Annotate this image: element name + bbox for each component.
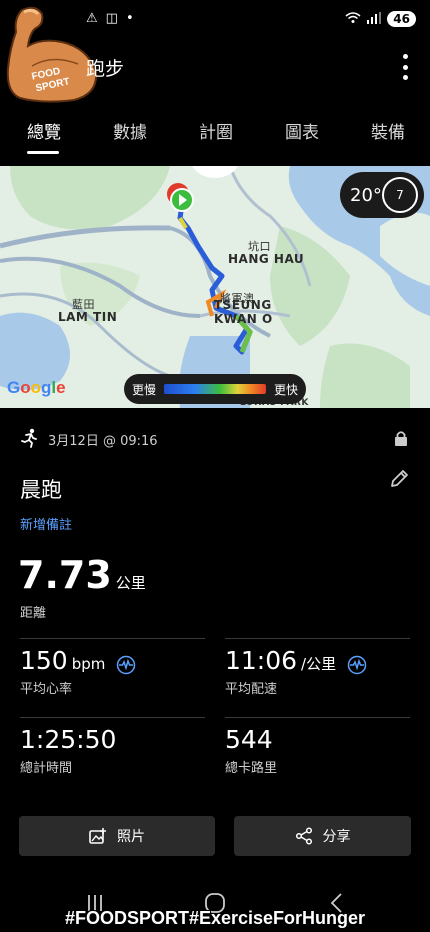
speed-fast-label: 更快 [273, 382, 298, 397]
total-time-value: 1:25:50 [20, 725, 117, 754]
pace-label: 平均配速 [225, 682, 278, 697]
lock-icon[interactable] [394, 430, 408, 446]
total-time-stat: 1:25:50 總計時間 [20, 725, 116, 776]
tab-active-indicator [27, 151, 59, 154]
activity-title: 晨跑 [20, 478, 62, 502]
status-right: 46 [345, 11, 416, 27]
map-label-tko-1: TSEUNG [214, 298, 272, 312]
heart-rate-pulse-icon[interactable] [116, 655, 136, 675]
weather-level-value: 7 [396, 188, 404, 202]
distance-label: 距離 [20, 606, 47, 621]
tab-charts[interactable]: 圖表 [285, 118, 319, 143]
activity-date: 3月12日 @ 09:16 [48, 434, 158, 449]
title-bar: 跑步 [0, 48, 430, 88]
weather-temperature: 20° [350, 184, 382, 206]
tab-laps[interactable]: 計圈 [199, 118, 233, 143]
add-photo-icon [89, 828, 106, 844]
divider [20, 717, 205, 718]
heart-rate-label: 平均心率 [20, 682, 73, 697]
map-label-tko-2: KWAN O [214, 312, 273, 326]
speed-gradient-bar [164, 384, 266, 394]
speed-legend: 更慢 更快 [124, 374, 306, 404]
share-button-label: 分享 [322, 829, 351, 845]
pace-value: 11:06 [225, 646, 298, 675]
calories-label: 總卡路里 [225, 761, 278, 776]
tab-data[interactable]: 數據 [113, 118, 147, 143]
map-label-hang-hau: HANG HAU [228, 252, 305, 266]
weather-level-icon: 7 [382, 177, 418, 213]
total-time-label: 總計時間 [20, 761, 73, 776]
edit-pencil-icon[interactable] [388, 468, 410, 490]
tab-bar: 總覽 數據 計圈 圖表 裝備 [0, 110, 430, 158]
route-map[interactable]: 坑口 HANG HAU 藍田 LAM TIN 將軍澳 TSEUNG KWAN O… [0, 166, 430, 408]
speed-slow-label: 更慢 [132, 382, 157, 397]
divider [20, 638, 205, 639]
calories-value: 544 [225, 725, 273, 754]
divider [225, 638, 410, 639]
running-icon [21, 428, 37, 448]
heart-rate-value: 150 [20, 646, 68, 675]
distance-value: 7.73 [18, 553, 112, 597]
page-title: 跑步 [86, 58, 125, 80]
tab-equipment[interactable]: 裝備 [371, 118, 405, 143]
more-options-icon[interactable] [400, 54, 410, 80]
photos-button[interactable]: 照片 [19, 816, 215, 856]
photos-button-label: 照片 [117, 829, 145, 845]
pace-unit: /公里 [301, 655, 337, 673]
distance-stat: 7.73 公里 [18, 553, 146, 597]
dot-icon: • [125, 11, 134, 26]
map-label-lam-tin: LAM TIN [58, 310, 118, 324]
calories-stat: 544 總卡路里 [225, 725, 277, 776]
activity-info-row: 3月12日 @ 09:16 [20, 428, 410, 450]
pace-pulse-icon[interactable] [347, 655, 367, 675]
pace-stat: 11:06/公里 平均配速 [225, 646, 367, 697]
heart-rate-unit: bpm [71, 655, 106, 673]
distance-unit: 公里 [115, 574, 146, 592]
tab-overview[interactable]: 總覽 [27, 118, 61, 143]
heart-rate-stat: 150 bpm 平均心率 [20, 646, 136, 697]
add-note-link[interactable]: 新增備註 [20, 514, 72, 533]
share-button[interactable]: 分享 [234, 816, 411, 856]
weather-badge: 20° 7 [340, 172, 424, 218]
signal-icon [367, 11, 382, 27]
wifi-icon [345, 11, 361, 27]
divider [225, 717, 410, 718]
share-icon [295, 827, 312, 845]
google-logo: Google [7, 378, 66, 397]
watermark: #FOODSPORT#ExerciseForHunger [64, 908, 366, 928]
app-notification-icon: ◫ [105, 11, 118, 26]
battery-indicator: 46 [387, 11, 416, 27]
